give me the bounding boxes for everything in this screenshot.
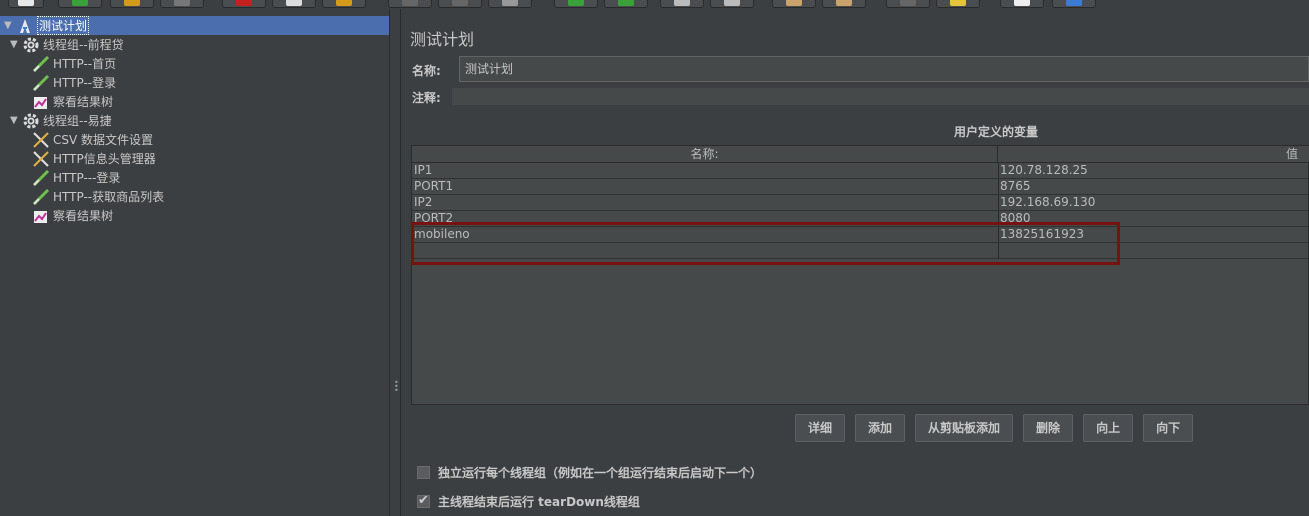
save-button[interactable]: [160, 0, 204, 8]
user-variables-title: 用户定义的变量: [953, 125, 1038, 139]
paste-button[interactable]: [322, 0, 366, 8]
test-plan-icon: [16, 18, 34, 34]
move-down-button[interactable]: 向下: [1143, 414, 1194, 442]
config-tools-icon: [32, 150, 50, 167]
tree-node-thread-group[interactable]: ▼ 线程组--前程贷: [10, 35, 124, 54]
add-button[interactable]: 添加: [855, 414, 906, 442]
run-consecutively-checkbox[interactable]: [417, 466, 430, 479]
help-button[interactable]: [1052, 0, 1096, 8]
comment-input[interactable]: [452, 88, 1309, 105]
sampler-icon: [32, 74, 50, 91]
clear-button[interactable]: [772, 0, 816, 8]
teardown-checkbox[interactable]: [417, 493, 430, 508]
tree-node-listener[interactable]: 察看结果树: [32, 92, 113, 111]
splitter-grip-icon[interactable]: • • •: [394, 379, 399, 395]
tree-node-label: CSV 数据文件设置: [53, 133, 154, 147]
sampler-icon: [32, 188, 50, 205]
expand-button[interactable]: [388, 0, 432, 8]
tree-node-label: 察看结果树: [53, 95, 114, 109]
test-plan-panel: 测试计划 名称: 测试计划 注释: 用户定义的变量 名称: 值 IP1 120.…: [401, 9, 1309, 516]
table-row[interactable]: PORT1 8765: [412, 179, 1309, 195]
expand-arrow-icon[interactable]: ▼: [10, 115, 20, 126]
start-no-pause-button[interactable]: [604, 0, 648, 8]
checkbox-label: 主线程结束后运行 tearDown线程组: [438, 495, 640, 509]
tree-node-sampler[interactable]: HTTP--登录: [32, 73, 116, 92]
reset-search-button[interactable]: [936, 0, 980, 8]
config-tools-icon: [32, 131, 50, 148]
tree-node-label: HTTP--获取商品列表: [53, 190, 165, 204]
column-header-name[interactable]: 名称:: [412, 146, 998, 163]
stop-button[interactable]: [660, 0, 704, 8]
thread-group-gear-icon: [22, 113, 40, 129]
tree-node-config[interactable]: CSV 数据文件设置: [32, 130, 153, 149]
tree-node-test-plan[interactable]: ▼ 测试计划: [0, 16, 389, 35]
comment-label: 注释:: [412, 91, 441, 105]
table-header: 名称: 值: [412, 146, 1309, 163]
thread-group-gear-icon: [22, 37, 40, 53]
tree-node-label: 察看结果树: [53, 209, 114, 223]
copy-button[interactable]: [272, 0, 316, 8]
collapse-button[interactable]: [438, 0, 482, 8]
toggle-button[interactable]: [488, 0, 532, 8]
start-button[interactable]: [554, 0, 598, 8]
variable-value-cell[interactable]: 120.78.128.25: [1000, 163, 1088, 178]
delete-button[interactable]: 删除: [1023, 414, 1074, 442]
tree-node-sampler[interactable]: HTTP---登录: [32, 168, 120, 187]
function-helper-button[interactable]: [1000, 0, 1044, 8]
move-up-button[interactable]: 向上: [1083, 414, 1134, 442]
toolbar: [0, 0, 1309, 9]
tree-node-label: HTTP---登录: [53, 171, 121, 185]
column-divider: [998, 163, 999, 179]
variable-name-cell[interactable]: IP1: [414, 163, 994, 178]
user-variables-table[interactable]: 名称: 值 IP1 120.78.128.25 PORT1 8765 IP2 1…: [411, 145, 1309, 405]
new-plan-button[interactable]: [8, 0, 44, 8]
tree-node-thread-group[interactable]: ▼ 线程组--易捷: [10, 111, 112, 130]
detail-button[interactable]: 详细: [795, 414, 846, 442]
table-button-bar: 详细 添加 从剪贴板添加 删除 向上 向下: [795, 414, 1194, 442]
column-divider: [998, 195, 999, 211]
expand-arrow-icon[interactable]: ▼: [10, 39, 20, 50]
tree-node-label: HTTP信息头管理器: [53, 152, 156, 166]
page-title: 测试计划: [410, 30, 475, 49]
variable-name-cell[interactable]: PORT1: [414, 179, 994, 194]
listener-icon: [32, 94, 50, 110]
panel-splitter[interactable]: • • •: [389, 9, 401, 516]
tree-node-label: 线程组--前程贷: [43, 38, 124, 52]
column-divider: [998, 179, 999, 195]
variable-name-cell[interactable]: IP2: [414, 195, 994, 210]
tree-node-config[interactable]: HTTP信息头管理器: [32, 149, 156, 168]
tree-node-sampler[interactable]: HTTP--首页: [32, 54, 116, 73]
cut-button[interactable]: [222, 0, 266, 8]
sampler-icon: [32, 55, 50, 72]
table-row[interactable]: IP1 120.78.128.25: [412, 163, 1309, 179]
add-from-clipboard-button[interactable]: 从剪贴板添加: [915, 414, 1014, 442]
clear-all-button[interactable]: [822, 0, 866, 8]
tree-node-label: 线程组--易捷: [43, 114, 112, 128]
sampler-icon: [32, 169, 50, 186]
variable-value-cell[interactable]: 192.168.69.130: [1000, 195, 1095, 210]
run-groups-consecutively-option[interactable]: 独立运行每个线程组（例如在一个组运行结束后启动下一个）: [417, 464, 762, 481]
templates-button[interactable]: [58, 0, 102, 8]
tree-node-label: 测试计划: [37, 16, 90, 35]
column-header-value[interactable]: 值: [998, 146, 1309, 163]
test-plan-tree: ▼ 测试计划 ▼ 线程组--前程贷 HTTP--首页 HTTP--登录 察看结果…: [0, 9, 389, 516]
tree-node-sampler[interactable]: HTTP--获取商品列表: [32, 187, 164, 206]
expand-arrow-icon[interactable]: ▼: [4, 20, 14, 31]
open-button[interactable]: [110, 0, 154, 8]
shutdown-button[interactable]: [710, 0, 754, 8]
tree-node-label: HTTP--首页: [53, 57, 117, 71]
name-label: 名称:: [412, 64, 441, 78]
tree-node-listener[interactable]: 察看结果树: [32, 206, 113, 225]
search-button[interactable]: [886, 0, 930, 8]
variable-value-cell[interactable]: 8765: [1000, 179, 1031, 194]
name-input[interactable]: 测试计划: [459, 56, 1309, 82]
tree-node-label: HTTP--登录: [53, 76, 117, 90]
listener-icon: [32, 208, 50, 224]
teardown-option[interactable]: 主线程结束后运行 tearDown线程组: [417, 493, 640, 510]
table-row[interactable]: IP2 192.168.69.130: [412, 195, 1309, 211]
checkbox-label: 独立运行每个线程组（例如在一个组运行结束后启动下一个）: [438, 466, 763, 480]
highlight-annotation-box: [411, 222, 1120, 265]
